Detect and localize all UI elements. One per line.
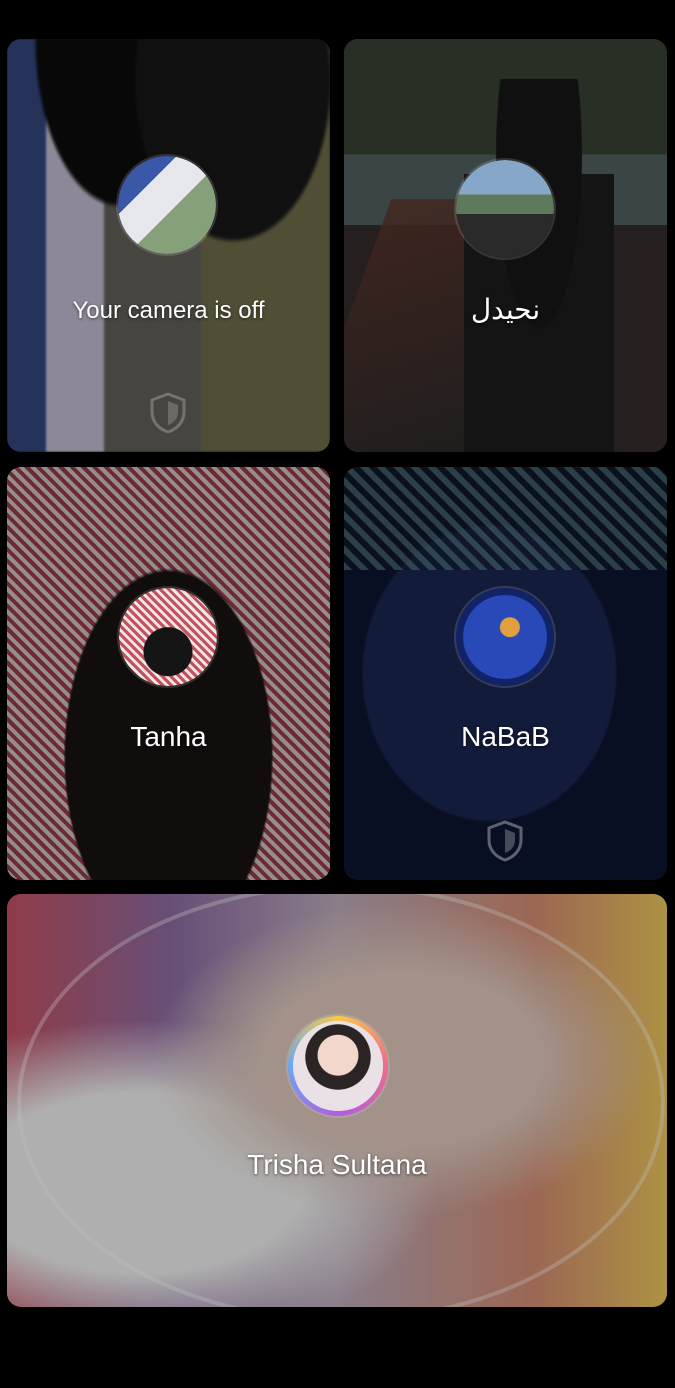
- avatar: [456, 160, 554, 258]
- participant-name: Trisha Sultana: [247, 1149, 427, 1180]
- avatar: [456, 588, 554, 686]
- shield-icon: [487, 820, 523, 862]
- participant-tile-3[interactable]: Tanha: [7, 467, 330, 880]
- participant-tile-2[interactable]: نحيدل: [344, 39, 667, 452]
- participant-tile-5[interactable]: Trisha Sultana: [7, 894, 667, 1307]
- participant-name: NaBaB: [461, 721, 550, 752]
- camera-off-label: Your camera is off: [72, 297, 265, 324]
- participant-name: نحيدل: [470, 294, 541, 325]
- participant-tile-4[interactable]: NaBaB: [344, 467, 667, 880]
- avatar: [119, 588, 217, 686]
- avatar: [288, 1016, 388, 1116]
- participant-tile-self[interactable]: Your camera is off: [7, 39, 330, 452]
- avatar: [118, 156, 216, 254]
- call-grid: Your camera is off نحيدل Tanha NaBaB Tri…: [0, 0, 675, 1388]
- shield-icon: [150, 392, 186, 434]
- participant-name: Tanha: [130, 721, 207, 752]
